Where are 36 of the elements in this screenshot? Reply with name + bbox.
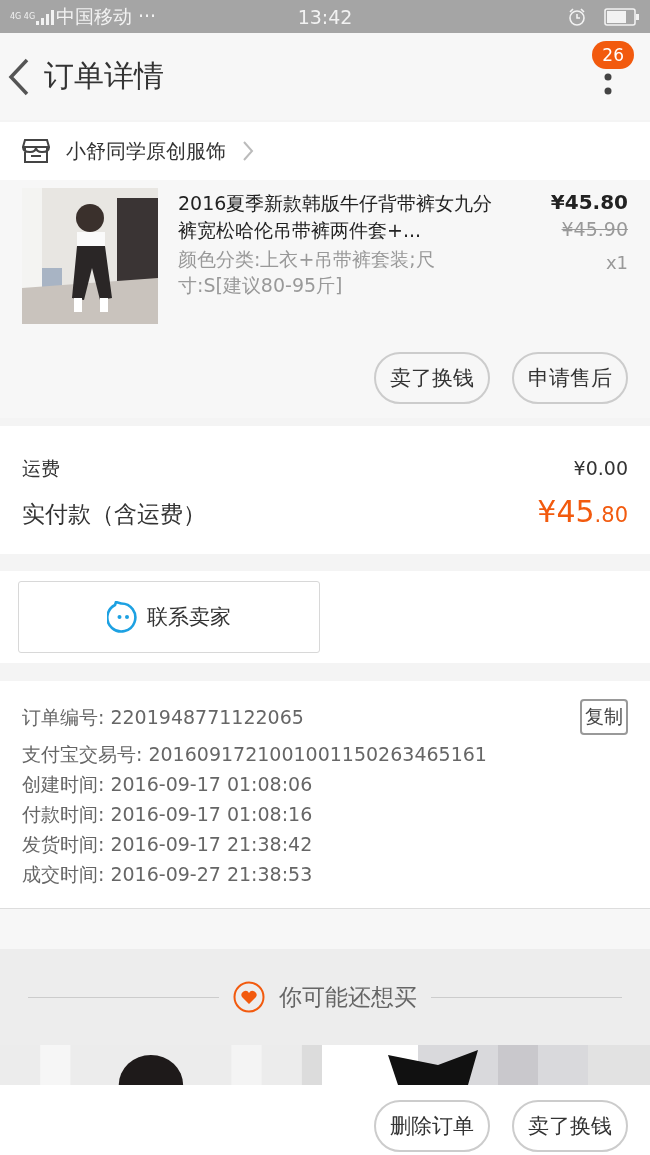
shop-icon bbox=[22, 138, 50, 164]
chat-face-icon bbox=[107, 601, 139, 633]
contact-seller-button[interactable]: 联系卖家 bbox=[18, 581, 320, 653]
shop-name: 小舒同学原创服饰 bbox=[66, 137, 226, 165]
info-line: 支付宝交易号: 2016091721001001150263465161 bbox=[22, 742, 488, 767]
info-line: 创建时间: 2016-09-17 01:08:06 bbox=[22, 772, 314, 797]
signal-icon bbox=[36, 8, 56, 25]
shipping-label: 运费 bbox=[22, 456, 60, 481]
shop-link[interactable]: 小舒同学原创服饰 bbox=[0, 122, 650, 180]
clock: 13:42 bbox=[297, 5, 353, 28]
quantity: x1 bbox=[604, 252, 628, 273]
price: ¥45.80 bbox=[549, 190, 628, 214]
section-title: 你可能还想买 bbox=[279, 982, 417, 1012]
product-options: 颜色分类:上衣+吊带裤套装;尺寸:S[建议80-95斤] bbox=[178, 246, 496, 298]
alarm-icon bbox=[568, 7, 586, 26]
notification-badge: 26 bbox=[592, 41, 634, 69]
battery-icon bbox=[604, 7, 640, 26]
carrier: 中国移动 ··· bbox=[56, 3, 157, 29]
info-line: 订单编号: 2201948771122065 bbox=[22, 705, 304, 730]
chevron-right-icon bbox=[242, 140, 254, 162]
info-line: 成交时间: 2016-09-27 21:38:53 bbox=[22, 862, 314, 887]
paid-amount: ¥45.80 bbox=[537, 494, 628, 529]
original-price: ¥45.90 bbox=[560, 218, 628, 240]
more-icon[interactable] bbox=[604, 72, 612, 97]
page-title: 订单详情 bbox=[44, 57, 164, 95]
info-line: 发货时间: 2016-09-17 21:38:42 bbox=[22, 832, 314, 857]
action-button[interactable]: 申请售后 bbox=[512, 352, 628, 404]
paid-label: 实付款（含运费） bbox=[22, 500, 206, 529]
back-icon[interactable] bbox=[8, 57, 30, 96]
product-title[interactable]: 2016夏季新款韩版牛仔背带裤女九分裤宽松哈伦吊带裤两件套+... bbox=[178, 190, 496, 244]
shipping-fee: ¥0.00 bbox=[573, 457, 628, 479]
info-line: 付款时间: 2016-09-17 01:08:16 bbox=[22, 802, 314, 827]
action-button[interactable]: 删除订单 bbox=[374, 1100, 490, 1152]
action-button[interactable]: 卖了换钱 bbox=[512, 1100, 628, 1152]
copy-button[interactable]: 复制 bbox=[580, 699, 628, 735]
action-button[interactable]: 卖了换钱 bbox=[374, 352, 490, 404]
